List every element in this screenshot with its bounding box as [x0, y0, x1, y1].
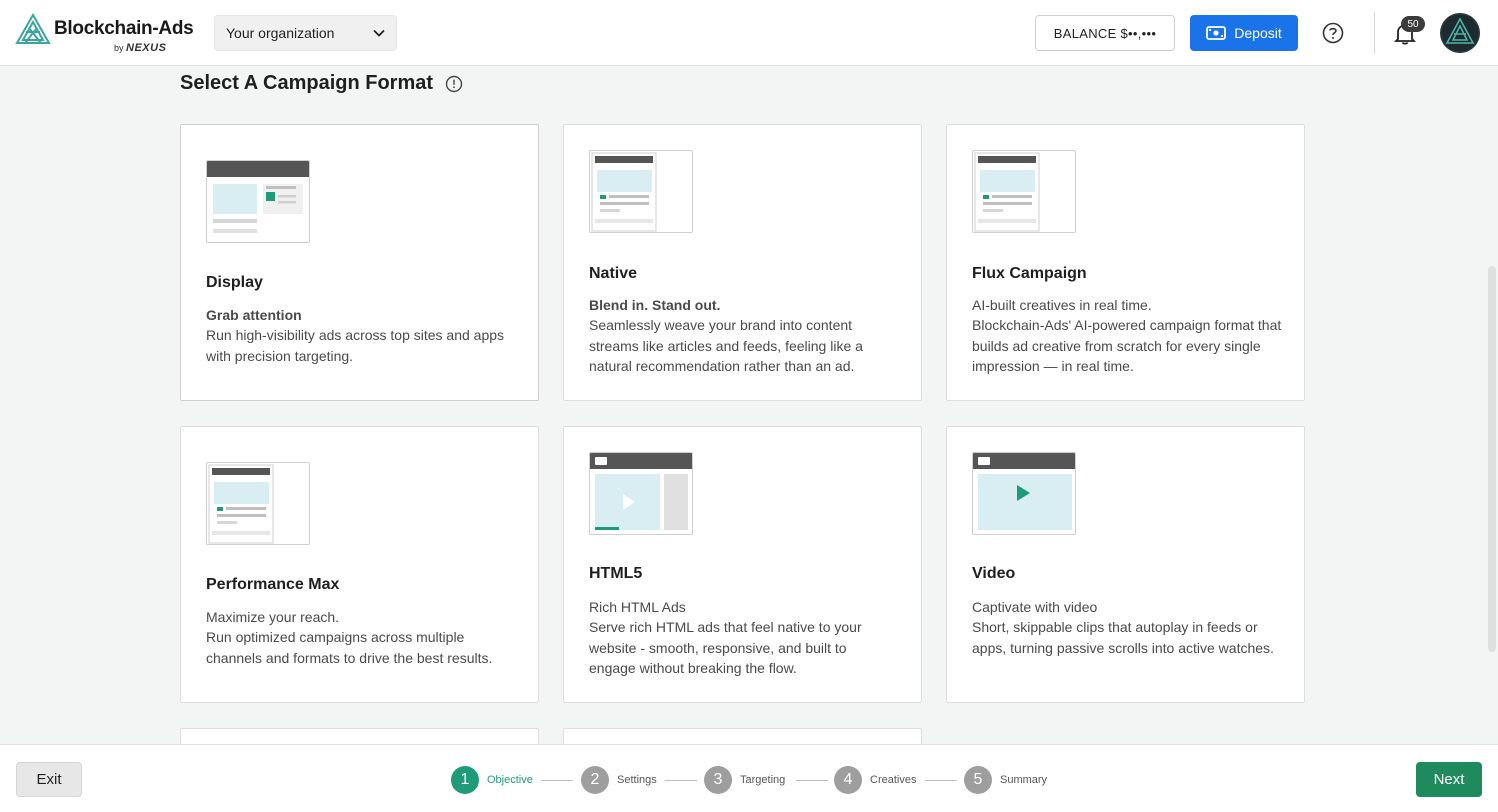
card-tagline: Rich HTML Ads [589, 599, 686, 615]
page-scrollbar[interactable] [1486, 66, 1498, 746]
format-card-html5[interactable]: HTML5 Rich HTML Ads Serve rich HTML ads … [563, 426, 922, 703]
card-title: Native [589, 265, 638, 282]
chevron-down-icon [373, 29, 385, 37]
format-card-native[interactable]: Native Blend in. Stand out. Seamlessly w… [563, 124, 922, 401]
step-number: 4 [834, 766, 862, 794]
deposit-button[interactable]: Deposit [1190, 15, 1298, 51]
card-description: Serve rich HTML ads that feel native to … [589, 619, 862, 676]
native-thumbnail [589, 150, 693, 233]
card-tagline: Blend in. Stand out. [589, 297, 721, 313]
balance-label: BALANCE $••,••• [1053, 25, 1157, 41]
card-tagline: Captivate with video [972, 599, 1098, 615]
html5-illustration-icon [590, 453, 692, 530]
card-description: Run high-visibility ads across top sites… [206, 327, 505, 364]
step-creatives[interactable]: 4 Creatives [834, 766, 916, 794]
page-title-text: Select A Campaign Format [180, 72, 434, 94]
card-title: HTML5 [589, 565, 643, 582]
card-title: Performance Max [206, 576, 340, 593]
step-targeting[interactable]: 3 Targeting [704, 766, 785, 794]
organization-select-value: Your organization [226, 25, 335, 41]
help-icon[interactable] [1322, 22, 1344, 44]
logo-by: by [114, 43, 124, 53]
organization-select[interactable]: Your organization [214, 15, 397, 51]
exit-button[interactable]: Exit [16, 762, 82, 797]
card-description: Seamlessly weave your brand into content… [589, 317, 863, 374]
card-tagline: AI-built creatives in real time. [972, 297, 1152, 313]
card-tagline: Maximize your reach. [206, 609, 340, 625]
step-label: Creatives [870, 774, 917, 786]
scrollbar-thumb[interactable] [1488, 266, 1496, 652]
header-divider [1374, 12, 1375, 54]
brand-logo[interactable]: Blockchain-Ads by NEXUS [14, 12, 194, 58]
performance-max-thumbnail [206, 462, 310, 545]
format-card-video[interactable]: Video Captivate with video Short, skippa… [946, 426, 1305, 703]
logo-subtext: by NEXUS [114, 42, 166, 54]
video-illustration-icon [973, 453, 1075, 530]
card-title: Flux Campaign [972, 265, 1087, 282]
balance-button[interactable]: BALANCE $••,••• [1035, 15, 1175, 51]
performance-max-illustration-icon [208, 464, 274, 544]
cash-icon [1206, 26, 1227, 40]
step-label: Targeting [740, 774, 786, 786]
step-connector [796, 780, 828, 781]
notification-badge: 50 [1401, 16, 1425, 32]
blockchain-ads-logo-icon [15, 12, 51, 44]
step-number: 5 [964, 766, 992, 794]
step-number: 1 [451, 766, 479, 794]
top-header: Blockchain-Ads by NEXUS Your organizatio… [0, 0, 1498, 66]
step-label: Settings [617, 774, 657, 786]
video-thumbnail [972, 452, 1076, 535]
user-avatar[interactable] [1440, 13, 1480, 53]
format-card-display[interactable]: Display Grab attention Run high-visibili… [180, 124, 539, 401]
info-icon[interactable] [445, 75, 463, 93]
next-button[interactable]: Next [1416, 762, 1482, 797]
card-title: Display [206, 274, 263, 291]
card-tagline: Grab attention [206, 307, 302, 323]
step-objective[interactable]: 1 Objective [451, 766, 533, 794]
step-number: 2 [581, 766, 609, 794]
card-description: Short, skippable clips that autoplay in … [972, 619, 1274, 656]
format-card-flux-campaign[interactable]: Flux Campaign AI-built creatives in real… [946, 124, 1305, 401]
step-settings[interactable]: 2 Settings [581, 766, 657, 794]
display-thumbnail [206, 160, 310, 243]
format-card-performance-max[interactable]: Performance Max Maximize your reach. Run… [180, 426, 539, 703]
display-illustration-icon [207, 161, 309, 233]
logo-nexus: NEXUS [126, 42, 167, 54]
page-title: Select A Campaign Format [180, 72, 463, 95]
step-connector [541, 780, 573, 781]
logo-text: Blockchain-Ads [54, 18, 194, 39]
avatar-logo-icon [1440, 13, 1480, 53]
native-illustration-icon [591, 152, 657, 232]
step-label: Summary [1000, 774, 1048, 786]
card-title: Video [972, 565, 1016, 582]
step-summary[interactable]: 5 Summary [964, 766, 1047, 794]
deposit-label: Deposit [1234, 25, 1282, 41]
card-description: Blockchain-Ads' AI-powered campaign form… [972, 317, 1282, 374]
step-label: Objective [487, 774, 533, 786]
step-number: 3 [704, 766, 732, 794]
html5-thumbnail [589, 452, 693, 535]
step-connector [665, 780, 697, 781]
wizard-footer: Exit 1 Objective 2 Settings 3 Targeting … [0, 744, 1498, 812]
card-description: Run optimized campaigns across multiple … [206, 629, 493, 666]
flux-illustration-icon [974, 152, 1040, 232]
step-connector [925, 780, 957, 781]
flux-thumbnail [972, 150, 1076, 233]
